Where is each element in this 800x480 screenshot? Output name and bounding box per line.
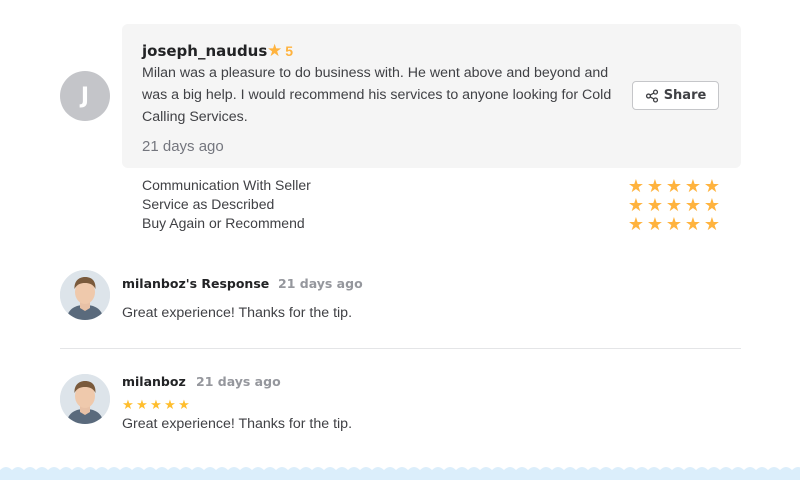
reviewer-name[interactable]: joseph_naudus bbox=[142, 42, 267, 60]
review-date: 21 days ago bbox=[142, 138, 224, 155]
star-icon: ★ bbox=[646, 176, 664, 196]
star-icon: ★ bbox=[703, 195, 721, 215]
star-icon: ★ bbox=[665, 214, 683, 234]
response-text: Great experience! Thanks for the tip. bbox=[122, 305, 353, 321]
star-icon: ★ bbox=[684, 214, 702, 234]
breakdown-label-communication: Communication With Seller bbox=[142, 177, 311, 193]
seller-avatar[interactable] bbox=[60, 270, 110, 320]
breakdown-label-service: Service as Described bbox=[142, 196, 275, 212]
share-icon bbox=[645, 88, 659, 103]
star-icon: ★ bbox=[150, 397, 162, 412]
breakdown-stars-communication: ★ ★ ★ ★ ★ bbox=[627, 177, 721, 195]
star-icon: ★ bbox=[136, 397, 148, 412]
breakdown-label-recommend: Buy Again or Recommend bbox=[142, 215, 305, 231]
seller-review-date: 21 days ago bbox=[196, 374, 281, 389]
response-date: 21 days ago bbox=[278, 276, 363, 291]
share-button[interactable]: Share bbox=[632, 81, 719, 110]
reviewer-avatar: J bbox=[60, 71, 110, 121]
footer-wave-decoration bbox=[0, 467, 800, 480]
star-icon: ★ bbox=[703, 176, 721, 196]
seller-review-stars: ★ ★ ★ ★ ★ bbox=[121, 398, 191, 411]
seller-review-text: Great experience! Thanks for the tip. bbox=[122, 416, 353, 432]
review-text: Milan was a pleasure to do business with… bbox=[142, 65, 612, 125]
star-icon: ★ bbox=[164, 397, 176, 412]
star-icon: ★ bbox=[703, 214, 721, 234]
star-icon: ★ bbox=[684, 176, 702, 196]
star-icon: ★ bbox=[646, 214, 664, 234]
star-icon: ★ bbox=[684, 195, 702, 215]
breakdown-stars-service: ★ ★ ★ ★ ★ bbox=[627, 196, 721, 214]
review-rating: ★ 5 bbox=[267, 42, 293, 59]
seller-avatar[interactable] bbox=[60, 374, 110, 424]
share-label: Share bbox=[663, 88, 707, 103]
response-author[interactable]: milanboz's Response bbox=[122, 276, 269, 291]
star-icon: ★ bbox=[627, 176, 645, 196]
star-icon: ★ bbox=[122, 397, 134, 412]
star-icon: ★ bbox=[665, 176, 683, 196]
star-icon: ★ bbox=[178, 397, 190, 412]
seller-review-author[interactable]: milanboz bbox=[122, 374, 186, 389]
rating-value: 5 bbox=[285, 42, 294, 59]
star-icon: ★ bbox=[665, 195, 683, 215]
star-icon: ★ bbox=[627, 195, 645, 215]
avatar-initial: J bbox=[80, 83, 90, 109]
star-icon: ★ bbox=[646, 195, 664, 215]
section-divider bbox=[60, 348, 741, 349]
breakdown-stars-recommend: ★ ★ ★ ★ ★ bbox=[627, 215, 721, 233]
star-icon: ★ bbox=[627, 214, 645, 234]
review-card: joseph_naudus ★ 5 Milan was a pleasure t… bbox=[122, 24, 741, 168]
star-icon: ★ bbox=[267, 41, 283, 60]
